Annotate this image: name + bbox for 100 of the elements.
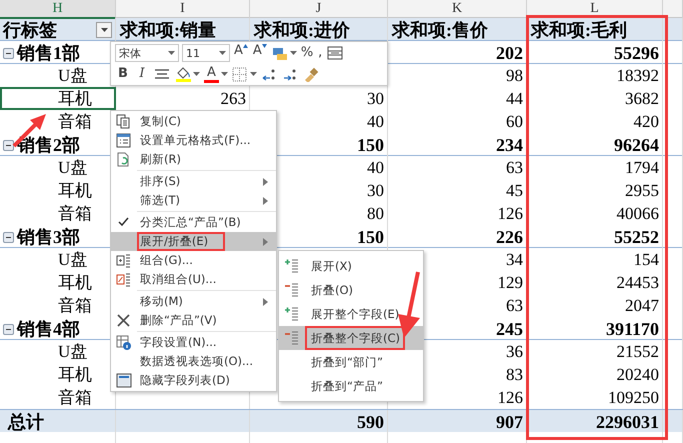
table-cell: 83 bbox=[506, 364, 523, 384]
table-cell: 907 bbox=[496, 412, 523, 432]
table-cell: 34 bbox=[506, 250, 523, 270]
menu-item[interactable]: 展开整个字段(E) bbox=[279, 302, 423, 326]
table-cell-text: 销售3部 bbox=[17, 226, 80, 249]
collapse-icon[interactable] bbox=[3, 324, 14, 334]
caret-down-icon[interactable] bbox=[290, 51, 297, 55]
table-cell-text: 耳机 bbox=[58, 88, 92, 110]
menu-item[interactable]: 隐藏字段列表(D) bbox=[111, 371, 276, 390]
table-cell-text: 耳机 bbox=[58, 180, 92, 202]
menu-item[interactable]: 排序(S) bbox=[111, 172, 276, 191]
table-cell-text: 音箱 bbox=[58, 295, 92, 317]
table-cell-text: 总计 bbox=[8, 411, 44, 434]
collapse-icon[interactable] bbox=[3, 48, 14, 58]
table-cell: 30 bbox=[367, 88, 384, 108]
table-cell: 126 bbox=[498, 204, 523, 224]
increase-decimal-icon bbox=[261, 66, 277, 82]
table-cell-text: 音箱 bbox=[58, 203, 92, 225]
table-cell: 63 bbox=[506, 296, 523, 316]
table-cell: 234 bbox=[496, 134, 523, 156]
table-cell: 44 bbox=[506, 88, 523, 108]
collapse-icon[interactable] bbox=[3, 140, 14, 150]
table-cell: 2047 bbox=[625, 296, 659, 316]
caret-down-icon bbox=[168, 51, 175, 55]
filter-dropdown-button[interactable] bbox=[96, 22, 112, 38]
menu-item[interactable]: 删除“产品”(V) bbox=[111, 311, 276, 330]
table-cell: 40066 bbox=[616, 204, 659, 224]
table-cell: 126 bbox=[498, 388, 523, 408]
table-cell: 202 bbox=[496, 42, 523, 64]
menu-item[interactable]: 组合(G)... bbox=[111, 251, 276, 270]
grow-font-button[interactable]: A bbox=[233, 44, 249, 62]
percent-button[interactable]: % bbox=[300, 44, 314, 62]
dropdown-field[interactable]: 宋体 bbox=[115, 44, 179, 62]
table-cell-text: 销售1部 bbox=[17, 42, 80, 65]
menu-item[interactable]: 展开/折叠(E) bbox=[111, 232, 276, 251]
menu-item[interactable]: 移动(M) bbox=[111, 292, 276, 311]
column-header: 求和项:进价 bbox=[254, 19, 350, 42]
decrease-decimal-icon bbox=[282, 66, 298, 82]
table-cell: 20240 bbox=[616, 364, 659, 384]
menu-item[interactable]: 折叠(O) bbox=[279, 278, 423, 302]
menu-item[interactable]: 折叠到“产品” bbox=[279, 374, 423, 398]
menu-item[interactable]: 刷新(R) bbox=[111, 150, 276, 169]
expand-icon bbox=[284, 306, 300, 322]
column-header: 求和项:售价 bbox=[392, 19, 488, 42]
table-cell-text: 耳机 bbox=[58, 364, 92, 386]
comma-button[interactable]: , bbox=[317, 44, 324, 62]
table-cell: 30 bbox=[367, 180, 384, 200]
selected-cell[interactable]: 耳机 bbox=[0, 87, 116, 110]
caret-down-icon[interactable] bbox=[250, 72, 257, 76]
table-icon bbox=[327, 46, 344, 60]
toolbar-button[interactable] bbox=[326, 44, 344, 62]
caret-down-icon[interactable] bbox=[221, 72, 228, 76]
caret-up-icon bbox=[242, 44, 248, 48]
menu-item[interactable]: 数据透视表选项(O)... bbox=[111, 352, 276, 371]
paint-bucket-icon bbox=[175, 66, 191, 78]
menu-item[interactable]: 分类汇总“产品”(B) bbox=[111, 213, 276, 232]
table-cell: 245 bbox=[496, 318, 523, 340]
shrink-font-button[interactable]: A bbox=[252, 44, 268, 62]
table-cell: 150 bbox=[357, 226, 384, 248]
table-cell: 24453 bbox=[616, 272, 659, 292]
field-settings-icon bbox=[116, 334, 132, 350]
caret-down-icon bbox=[219, 51, 226, 55]
table-cell: 150 bbox=[357, 134, 384, 156]
menu-item[interactable]: 字段设置(N)... bbox=[111, 333, 276, 352]
table-cell-text: U盘 bbox=[58, 65, 88, 87]
menu-item[interactable]: 复制(C) bbox=[111, 112, 276, 131]
italic-button[interactable]: I bbox=[134, 65, 150, 83]
table-cell: 263 bbox=[220, 88, 246, 108]
collapse-icon[interactable] bbox=[3, 232, 14, 242]
menu-item[interactable]: 折叠整个字段(C) bbox=[279, 326, 423, 350]
menu-item[interactable]: 设置单元格格式(F)... bbox=[111, 131, 276, 150]
table-cell: 45 bbox=[506, 180, 523, 200]
table-cell-text: 销售4部 bbox=[17, 318, 80, 341]
caret-down-icon bbox=[262, 44, 267, 48]
menu-item[interactable]: 折叠到“部门” bbox=[279, 350, 423, 374]
format-cells-icon bbox=[116, 132, 132, 148]
caret-down-icon[interactable] bbox=[193, 72, 200, 76]
table-cell: 590 bbox=[357, 412, 384, 432]
table-cell-text: U盘 bbox=[58, 249, 88, 271]
expand-icon bbox=[284, 258, 300, 274]
table-cell: 3682 bbox=[625, 88, 659, 108]
table-cell-text: 音箱 bbox=[58, 387, 92, 409]
dropdown-field[interactable]: 11 bbox=[182, 44, 230, 62]
column-header: 求和项:毛利 bbox=[531, 19, 627, 42]
fill-color-button[interactable] bbox=[174, 65, 192, 83]
table-cell-text: U盘 bbox=[58, 341, 88, 363]
borders-icon bbox=[232, 66, 248, 82]
table-cell: 36 bbox=[506, 342, 523, 362]
table-cell: 40 bbox=[367, 112, 384, 132]
font-color-button[interactable]: A bbox=[203, 65, 220, 83]
menu-item[interactable]: 取消组合(U)... bbox=[111, 270, 276, 289]
table-cell: 63 bbox=[506, 158, 523, 178]
field-list-icon bbox=[116, 372, 132, 388]
bold-button[interactable]: B bbox=[115, 65, 131, 83]
column-letter[interactable]: H bbox=[0, 0, 116, 19]
menu-item[interactable]: 展开(X) bbox=[279, 254, 423, 278]
table-cell: 154 bbox=[634, 250, 659, 270]
table-cell: 60 bbox=[506, 112, 523, 132]
menu-item[interactable]: 筛选(T) bbox=[111, 191, 276, 210]
table-cell: 98 bbox=[506, 66, 523, 86]
